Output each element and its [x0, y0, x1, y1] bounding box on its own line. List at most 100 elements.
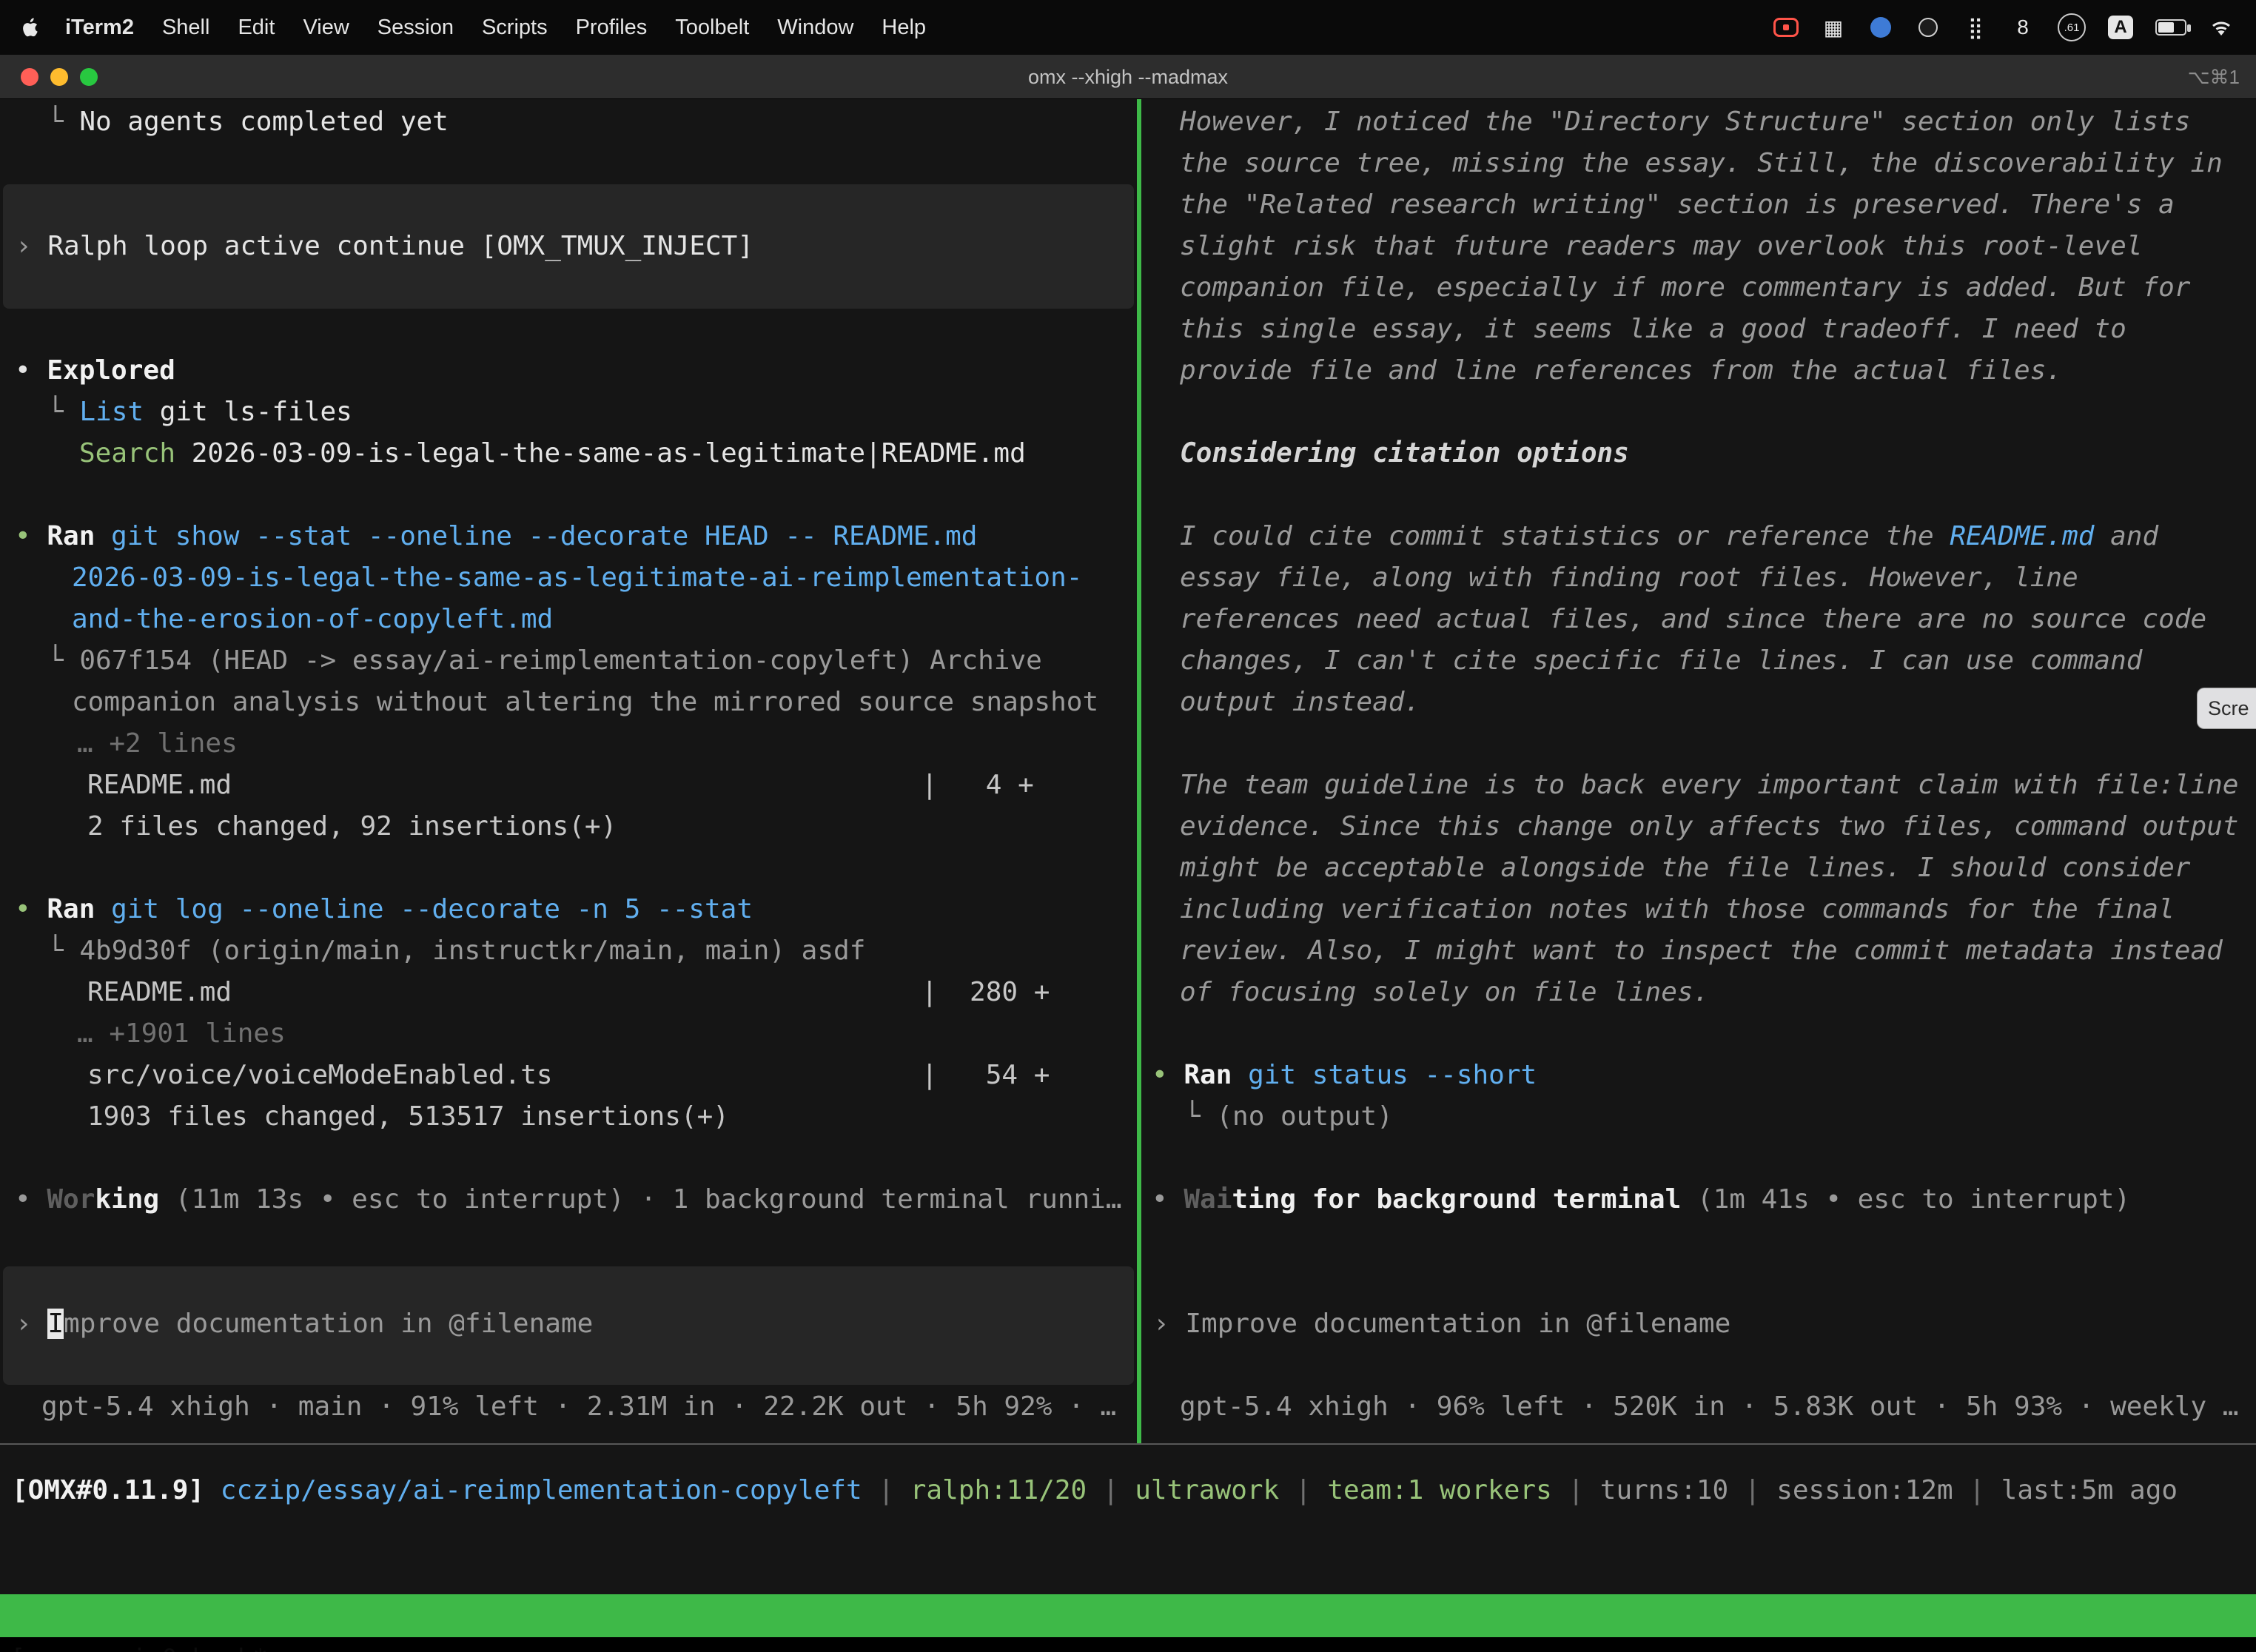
diffstat-summary: 2 files changed, 92 insertions(+): [87, 806, 617, 847]
command-continuation-line: 2026-03-09-is-legal-the-same-as-legitima…: [72, 557, 1082, 599]
blue-app-icon[interactable]: [1868, 13, 1893, 42]
omx-version: [OMX#0.11.9]: [12, 1475, 221, 1505]
working-shimmer-dim: Wor: [47, 1184, 95, 1215]
separator: |: [1728, 1475, 1776, 1505]
battery-gauge-icon[interactable]: .61: [2058, 13, 2086, 42]
menu-item-shell[interactable]: Shell: [162, 16, 210, 40]
prompt-input-line[interactable]: › Improve documentation in @filename: [16, 1303, 593, 1345]
omx-status-line: [OMX#0.11.9] cczip/essay/ai-reimplementa…: [12, 1470, 2178, 1511]
model-status-line: gpt-5.4 xhigh · main · 91% left · 2.31M …: [41, 1386, 1116, 1428]
omx-team-workers: team:1 workers: [1327, 1475, 1551, 1505]
menu-bar-status-icons: ▦ ⣿ 8 .61 A: [1773, 13, 2234, 42]
thinking-line: review. Also, I might want to inspect th…: [1180, 930, 2223, 972]
menu-item-edit[interactable]: Edit: [238, 16, 275, 40]
input-source-icon[interactable]: A: [2108, 13, 2133, 42]
model-status-line: gpt-5.4 xhigh · 96% left · 520K in · 5.8…: [1180, 1386, 2238, 1428]
window-shortcut-badge: ⌥⌘1: [2188, 55, 2240, 99]
battery-icon[interactable]: [2155, 13, 2186, 42]
dark-app-icon[interactable]: [1916, 13, 1941, 42]
thinking-line: changes, I can't cite specific file line…: [1180, 640, 2142, 682]
bullet-icon: •: [1152, 1184, 1184, 1215]
thinking-line: I could cite commit statistics or refere…: [1180, 516, 2158, 557]
working-status-line: • Working (11m 13s • esc to interrupt) ·…: [15, 1179, 1122, 1220]
ran-label: Ran: [47, 521, 95, 551]
omx-ralph-counter: ralph:11/20: [910, 1475, 1087, 1505]
ran-git-status-header: • Ran git status --short: [1152, 1055, 1537, 1096]
git-log-command: git log --oneline --decorate -n 5 --stat: [95, 894, 753, 924]
menu-item-window[interactable]: Window: [777, 16, 853, 40]
thinking-line: However, I noticed the "Directory Struct…: [1180, 101, 2190, 143]
screen-edge-button[interactable]: Scre: [2197, 688, 2256, 729]
separator: |: [1953, 1475, 2001, 1505]
omx-branch: cczip/essay/ai-reimplementation-copyleft: [221, 1475, 862, 1505]
no-output-text: (no output): [1216, 1101, 1392, 1132]
separator: |: [862, 1475, 910, 1505]
menu-item-session[interactable]: Session: [377, 16, 454, 40]
thinking-line: the source tree, missing the essay. Stil…: [1180, 143, 2223, 184]
bullet-icon: •: [15, 894, 47, 924]
menu-item-toolbelt[interactable]: Toolbelt: [675, 16, 749, 40]
menu-item-help[interactable]: Help: [882, 16, 926, 40]
readme-file-reference: README.md: [1950, 521, 2094, 551]
thinking-line: essay file, along with finding root file…: [1180, 557, 2078, 599]
tree-branch-glyph: └: [47, 397, 79, 427]
omx-last-activity: last:5m ago: [2001, 1475, 2178, 1505]
thinking-heading: Considering citation options: [1180, 433, 1629, 474]
no-agents-text: No agents completed yet: [79, 107, 449, 137]
input-prompt-glyph: ›: [1153, 1309, 1185, 1339]
search-keyword: Search: [79, 438, 175, 469]
separator: |: [1279, 1475, 1327, 1505]
list-args: git ls-files: [144, 397, 352, 427]
left-pane: └ No agents completed yet › Ralph loop a…: [0, 99, 1137, 1443]
apple-icon: [22, 17, 40, 38]
menu-bar: iTerm2 Shell Edit View Session Scripts P…: [0, 0, 2256, 55]
window-grid-icon[interactable]: ▦: [1821, 13, 1846, 42]
explored-header: • Explored: [15, 350, 175, 392]
thinking-line: references need actual files, and since …: [1180, 599, 2206, 640]
diffstat-line: README.md | 280 +: [87, 972, 1050, 1013]
menu-item-profiles[interactable]: Profiles: [576, 16, 648, 40]
waiting-shimmer-bright: ting for background terminal: [1232, 1184, 1681, 1215]
no-agents-line: └ No agents completed yet: [47, 101, 449, 143]
thinking-line: the "Related research writing" section i…: [1180, 184, 2175, 226]
menu-item-iterm2[interactable]: iTerm2: [65, 16, 134, 40]
ran-git-show-header: • Ran git show --stat --oneline --decora…: [15, 516, 977, 557]
more-lines-indicator: … +1901 lines: [77, 1013, 286, 1055]
screen-recording-icon[interactable]: [1773, 13, 1799, 42]
menu-item-view[interactable]: View: [303, 16, 349, 40]
working-detail: (11m 13s • esc to interrupt) · 1 backgro…: [159, 1184, 1121, 1215]
tmux-status-bar: [omx-cczip0:bash* "MacBook-Pro-44.local"…: [0, 1594, 2256, 1637]
thinking-line: evidence. Since this change only affects…: [1180, 806, 2238, 847]
wifi-icon[interactable]: [2209, 13, 2234, 42]
title-bar: omx --xhigh --madmax ⌥⌘1: [0, 55, 2256, 99]
right-pane: However, I noticed the "Directory Struct…: [1141, 99, 2256, 1443]
tree-branch-glyph: └: [1184, 1101, 1216, 1132]
bullet-icon: •: [15, 355, 47, 386]
omx-ultrawork-flag: ultrawork: [1135, 1475, 1279, 1505]
prompt-input-line[interactable]: › Improve documentation in @filename: [1153, 1303, 1730, 1345]
thinking-text: I could cite commit statistics or refere…: [1180, 521, 1950, 551]
working-shimmer-bright: king: [95, 1184, 159, 1215]
banner-prompt: ›: [16, 231, 47, 261]
menu-item-scripts[interactable]: Scripts: [482, 16, 548, 40]
commit-output-line: companion analysis without altering the …: [72, 682, 1098, 723]
omx-turns: turns:10: [1600, 1475, 1728, 1505]
separator: |: [1552, 1475, 1600, 1505]
input-prompt-glyph: ›: [16, 1309, 47, 1339]
apps-grid-icon[interactable]: ⣿: [1963, 13, 1988, 42]
thinking-line: might be acceptable alongside the file l…: [1180, 847, 2190, 889]
bullet-icon: •: [15, 1184, 47, 1215]
banner-text: Ralph loop active continue [OMX_TMUX_INJ…: [47, 231, 753, 261]
tmux-session-name: [omx-cczip0:bash*: [10, 1637, 268, 1652]
input-text: Improve documentation in @filename: [1185, 1309, 1730, 1339]
thinking-line: slight risk that future readers may over…: [1180, 226, 2142, 267]
commit-output-line: └ 4b9d30f (origin/main, instructkr/main,…: [47, 930, 865, 972]
apple-menu-icon[interactable]: [22, 17, 40, 38]
thinking-line: including verification notes with those …: [1180, 889, 2175, 930]
thinking-line: this single essay, it seems like a good …: [1180, 309, 2126, 350]
thinking-line: output instead.: [1180, 682, 1420, 723]
thinking-line: The team guideline is to back every impo…: [1180, 765, 2238, 806]
thinking-line: provide file and line references from th…: [1180, 350, 2062, 392]
ran-git-log-header: • Ran git log --oneline --decorate -n 5 …: [15, 889, 753, 930]
keyboard-number-icon[interactable]: 8: [2010, 13, 2035, 42]
